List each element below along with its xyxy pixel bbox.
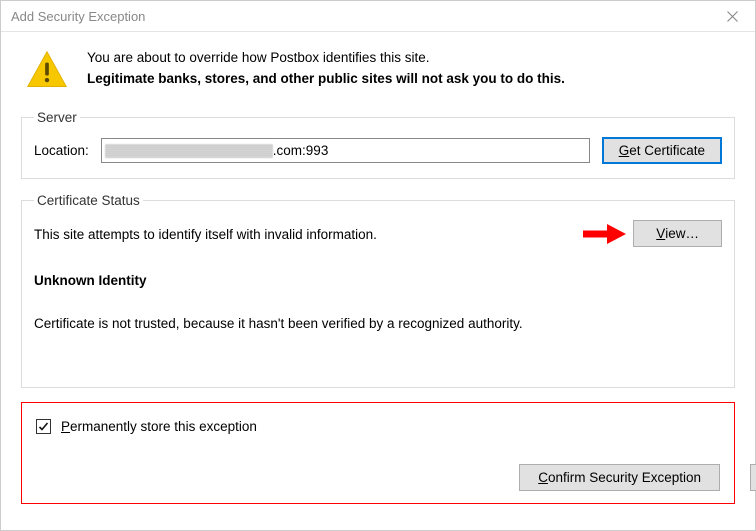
- server-legend: Server: [34, 110, 80, 125]
- location-label: Location:: [34, 143, 89, 158]
- certificate-status-text: This site attempts to identify itself wi…: [34, 225, 571, 242]
- redacted-host: [105, 144, 273, 158]
- permanent-checkbox[interactable]: [36, 419, 51, 434]
- warning-row: You are about to override how Postbox id…: [21, 46, 735, 102]
- certificate-status-legend: Certificate Status: [34, 193, 143, 208]
- location-input[interactable]: .com:993: [101, 138, 590, 163]
- certificate-status-fieldset: Certificate Status This site attempts to…: [21, 193, 735, 388]
- arrow-icon: [581, 223, 627, 245]
- window-title: Add Security Exception: [11, 9, 145, 24]
- warning-line1: You are about to override how Postbox id…: [87, 48, 565, 69]
- warning-icon: [25, 48, 69, 92]
- warning-text: You are about to override how Postbox id…: [87, 48, 565, 90]
- cancel-button[interactable]: Cancel: [750, 464, 756, 491]
- close-icon: [727, 11, 738, 22]
- view-button[interactable]: View…: [633, 220, 722, 247]
- location-suffix: .com:993: [273, 143, 329, 158]
- permanent-label: Permanently store this exception: [61, 419, 257, 434]
- close-button[interactable]: [710, 1, 755, 32]
- get-certificate-button[interactable]: Get Certificate: [602, 137, 722, 164]
- dialog-content: You are about to override how Postbox id…: [1, 32, 755, 520]
- warning-line2: Legitimate banks, stores, and other publ…: [87, 69, 565, 90]
- check-icon: [38, 421, 49, 432]
- server-fieldset: Server Location: .com:993 Get Certificat…: [21, 110, 735, 179]
- unknown-identity-heading: Unknown Identity: [34, 273, 722, 288]
- titlebar: Add Security Exception: [1, 1, 755, 32]
- footer-box: Permanently store this exception Confirm…: [21, 402, 735, 504]
- confirm-button[interactable]: Confirm Security Exception: [519, 464, 720, 491]
- not-trusted-text: Certificate is not trusted, because it h…: [34, 316, 722, 331]
